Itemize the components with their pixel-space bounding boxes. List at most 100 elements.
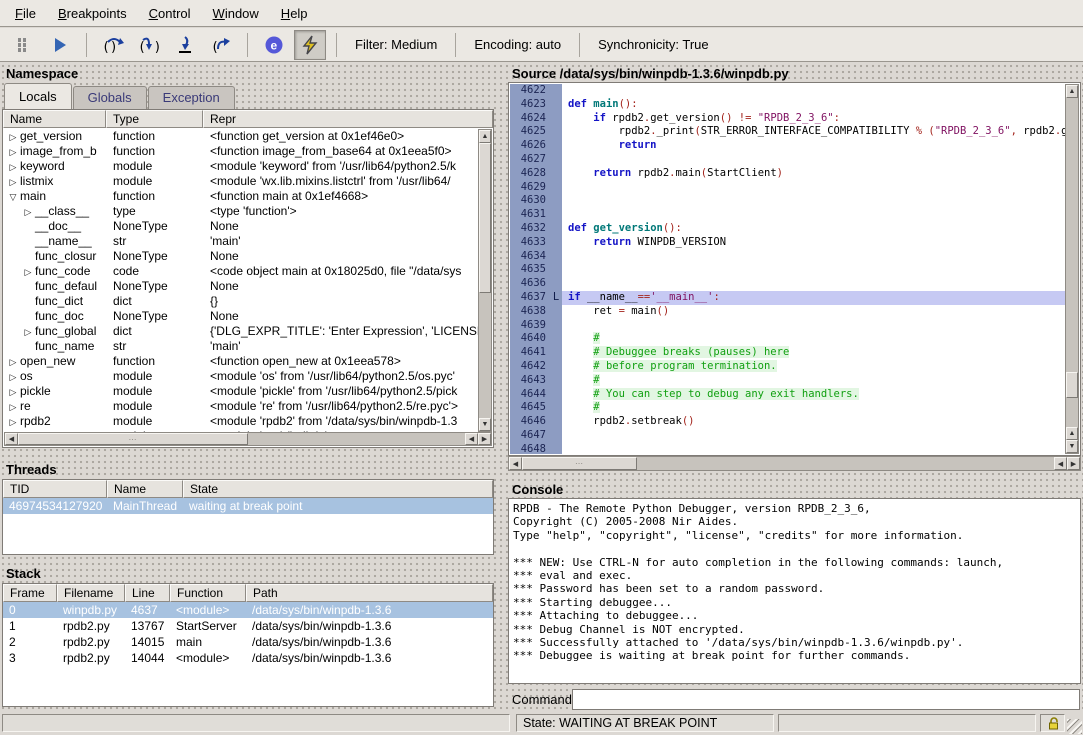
command-input[interactable] bbox=[572, 689, 1080, 710]
table-row[interactable]: 0winpdb.py4637<module>/data/sys/bin/winp… bbox=[3, 602, 493, 618]
table-row[interactable]: ▷__class__type<type 'function'> bbox=[4, 204, 478, 219]
source-line[interactable]: 4622 bbox=[510, 84, 1065, 98]
table-row[interactable]: __doc__NoneTypeNone bbox=[4, 219, 478, 234]
source-line[interactable]: 4642 # before program termination. bbox=[510, 360, 1065, 374]
scroll-down-icon[interactable]: ▼ bbox=[1066, 440, 1078, 453]
column-header-line[interactable]: Line bbox=[125, 584, 170, 602]
source-hscrollbar[interactable]: ◀ ⋯ ◀ ▶ bbox=[508, 456, 1081, 471]
source-line[interactable]: 4640 # bbox=[510, 332, 1065, 346]
source-line[interactable]: 4635 bbox=[510, 263, 1065, 277]
scroll-up-icon[interactable]: ▲ bbox=[1066, 427, 1078, 440]
source-line[interactable]: 4629 bbox=[510, 181, 1065, 195]
table-row[interactable]: 3rpdb2.py14044<module>/data/sys/bin/winp… bbox=[3, 650, 493, 666]
menu-help[interactable]: Help bbox=[270, 2, 319, 25]
menu-window[interactable]: Window bbox=[202, 2, 270, 25]
source-line[interactable]: 4623def main(): bbox=[510, 98, 1065, 112]
source-line[interactable]: 4645 # bbox=[510, 401, 1065, 415]
synchronicity-button[interactable] bbox=[294, 30, 326, 60]
table-row[interactable]: ▷func_globaldict{'DLG_EXPR_TITLE': 'Ente… bbox=[4, 324, 478, 339]
source-line[interactable]: 4626 return bbox=[510, 139, 1065, 153]
expander-icon[interactable]: ▷ bbox=[6, 400, 20, 414]
break-button[interactable] bbox=[8, 30, 40, 60]
source-line[interactable]: 4625 rpdb2._print(STR_ERROR_INTERFACE_CO… bbox=[510, 125, 1065, 139]
scrollbar-thumb[interactable] bbox=[479, 143, 491, 293]
source-line[interactable]: 4634 bbox=[510, 250, 1065, 264]
scroll-left-icon[interactable]: ◀ bbox=[1054, 457, 1067, 470]
scrollbar-thumb[interactable]: ⋯ bbox=[18, 433, 248, 445]
source-code-area[interactable]: 46224623def main():4624 if rpdb2.get_ver… bbox=[510, 84, 1065, 454]
column-header-filename[interactable]: Filename bbox=[57, 584, 125, 602]
tab-locals[interactable]: Locals bbox=[4, 83, 72, 109]
table-row[interactable]: ▷keywordmodule<module 'keyword' from '/u… bbox=[4, 159, 478, 174]
column-header-state[interactable]: State bbox=[183, 480, 493, 498]
expander-icon[interactable]: ▷ bbox=[21, 265, 35, 279]
expander-icon[interactable]: ▷ bbox=[6, 160, 20, 174]
expander-icon[interactable]: ▷ bbox=[6, 385, 20, 399]
source-line[interactable]: 4648 bbox=[510, 443, 1065, 454]
source-line[interactable]: 4643 # bbox=[510, 374, 1065, 388]
source-line[interactable]: 4624 if rpdb2.get_version() != "RPDB_2_3… bbox=[510, 112, 1065, 126]
column-header-frame[interactable]: Frame bbox=[3, 584, 57, 602]
scrollbar-thumb[interactable] bbox=[1066, 372, 1078, 398]
table-row[interactable]: ▷listmixmodule<module 'wx.lib.mixins.lis… bbox=[4, 174, 478, 189]
table-row[interactable]: ▷get_versionfunction<function get_versio… bbox=[4, 129, 478, 144]
table-row[interactable]: ▷picklemodule<module 'pickle' from '/usr… bbox=[4, 384, 478, 399]
column-header-name[interactable]: Name bbox=[3, 110, 106, 128]
source-line[interactable]: 4638 ret = main() bbox=[510, 305, 1065, 319]
table-row[interactable]: ▷image_from_bfunction<function image_fro… bbox=[4, 144, 478, 159]
table-row[interactable]: func_namestr'main' bbox=[4, 339, 478, 354]
source-line[interactable]: 4639 bbox=[510, 319, 1065, 333]
table-row[interactable]: 2rpdb2.py14015main/data/sys/bin/winpdb-1… bbox=[3, 634, 493, 650]
source-line[interactable]: 4641 # Debuggee breaks (pauses) here bbox=[510, 346, 1065, 360]
next-button[interactable]: () bbox=[97, 30, 129, 60]
menu-breakpoints[interactable]: Breakpoints bbox=[47, 2, 138, 25]
scroll-down-icon[interactable]: ▼ bbox=[479, 418, 491, 431]
source-line[interactable]: 4633 return WINPDB_VERSION bbox=[510, 236, 1065, 250]
expander-icon[interactable]: ▷ bbox=[6, 145, 20, 159]
source-line[interactable]: 4647 bbox=[510, 429, 1065, 443]
return-button[interactable]: ( bbox=[205, 30, 237, 60]
source-line[interactable]: 4637Lif __name__=='__main__': bbox=[510, 291, 1065, 305]
table-row[interactable]: ▷rpdb2module<module 'rpdb2' from '/data/… bbox=[4, 414, 478, 429]
source-line[interactable]: 4627 bbox=[510, 153, 1065, 167]
source-line[interactable]: 4632def get_version(): bbox=[510, 222, 1065, 236]
table-row[interactable]: ▷func_codecode<code object main at 0x180… bbox=[4, 264, 478, 279]
column-header-name[interactable]: Name bbox=[107, 480, 183, 498]
scrollbar-thumb[interactable]: ⋯ bbox=[522, 457, 637, 470]
step-button[interactable]: ( ) bbox=[133, 30, 165, 60]
expander-icon[interactable]: ▷ bbox=[6, 355, 20, 369]
menu-control[interactable]: Control bbox=[138, 2, 202, 25]
expander-icon[interactable]: ▽ bbox=[6, 190, 20, 204]
expander-icon[interactable]: ▷ bbox=[6, 370, 20, 384]
menu-file[interactable]: File bbox=[4, 2, 47, 25]
table-row[interactable]: ▷osmodule<module 'os' from '/usr/lib64/p… bbox=[4, 369, 478, 384]
table-row[interactable]: ▷open_newfunction<function open_new at 0… bbox=[4, 354, 478, 369]
source-line[interactable]: 4628 return rpdb2.main(StartClient) bbox=[510, 167, 1065, 181]
column-header-function[interactable]: Function bbox=[170, 584, 246, 602]
namespace-vscrollbar[interactable]: ▲ ▼ bbox=[478, 129, 492, 432]
exception-button[interactable]: e bbox=[258, 30, 290, 60]
expander-icon[interactable]: ▷ bbox=[6, 130, 20, 144]
namespace-hscrollbar[interactable]: ◀ ⋯ ◀ ▶ bbox=[4, 432, 492, 446]
source-editor[interactable]: 46224623def main():4624 if rpdb2.get_ver… bbox=[508, 82, 1081, 456]
expander-icon[interactable]: ▷ bbox=[21, 325, 35, 339]
table-row[interactable]: ▷remodule<module 're' from '/usr/lib64/p… bbox=[4, 399, 478, 414]
tab-globals[interactable]: Globals bbox=[73, 86, 147, 109]
scroll-up-icon[interactable]: ▲ bbox=[479, 130, 491, 143]
table-row[interactable]: ▽mainfunction<function main at 0x1ef4668… bbox=[4, 189, 478, 204]
scroll-up-icon[interactable]: ▲ bbox=[1066, 85, 1078, 98]
resize-grip[interactable] bbox=[1067, 719, 1082, 734]
source-line[interactable]: 4644 # You can step to debug any exit ha… bbox=[510, 388, 1065, 402]
expander-icon[interactable]: ▷ bbox=[6, 415, 20, 429]
table-row[interactable]: __name__str'main' bbox=[4, 234, 478, 249]
source-line[interactable]: 4631 bbox=[510, 208, 1065, 222]
table-row[interactable]: func_closurNoneTypeNone bbox=[4, 249, 478, 264]
scroll-right-icon[interactable]: ▶ bbox=[478, 433, 491, 445]
go-button[interactable] bbox=[44, 30, 76, 60]
table-row[interactable]: func_dictdict{} bbox=[4, 294, 478, 309]
column-header-repr[interactable]: Repr bbox=[203, 110, 493, 128]
column-header-tid[interactable]: TID bbox=[3, 480, 107, 498]
table-row[interactable]: func_defaulNoneTypeNone bbox=[4, 279, 478, 294]
scroll-left-icon[interactable]: ◀ bbox=[509, 457, 522, 470]
source-line[interactable]: 4646 rpdb2.setbreak() bbox=[510, 415, 1065, 429]
